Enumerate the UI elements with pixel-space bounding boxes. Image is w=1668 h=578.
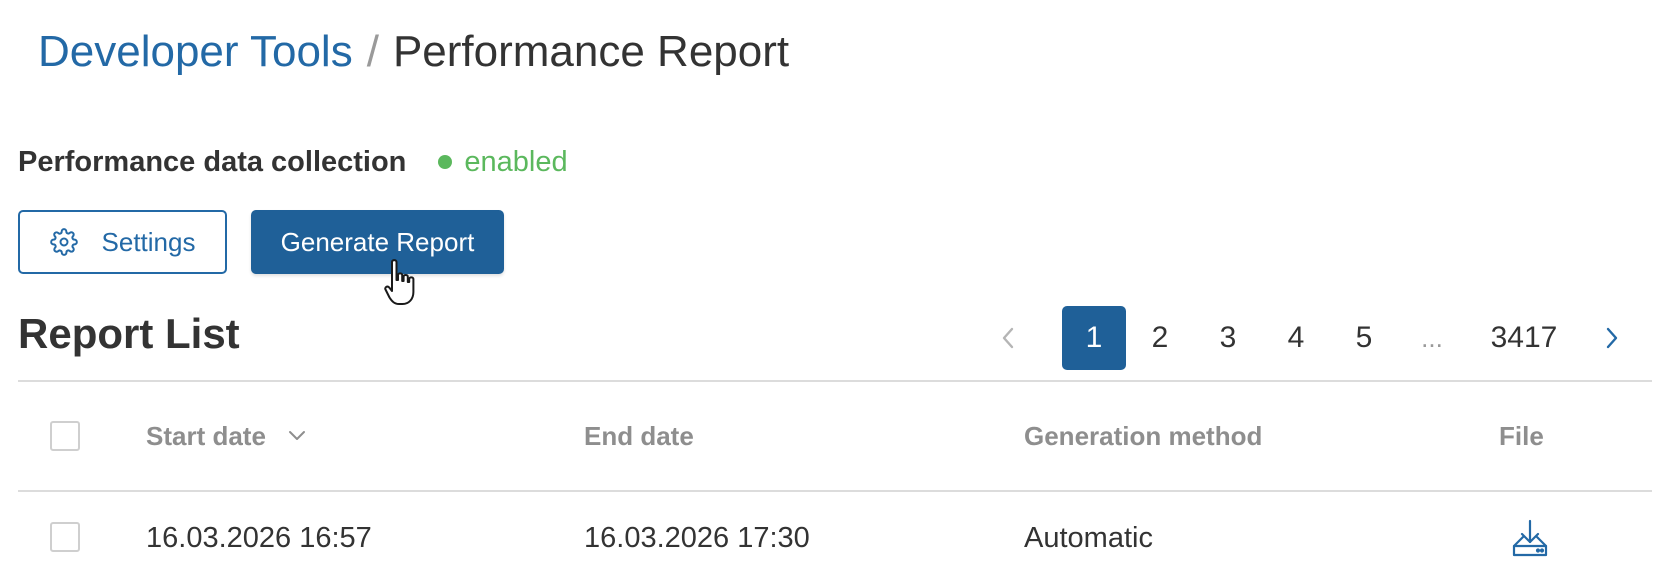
status-dot-icon <box>438 155 453 169</box>
page-button-3[interactable]: 3 <box>1208 306 1248 370</box>
page-ellipsis: ... <box>1421 322 1443 353</box>
column-header-start-date[interactable]: Start date <box>146 416 306 456</box>
generate-report-button-label: Generate Report <box>280 226 475 257</box>
prev-page-button[interactable] <box>988 306 1028 370</box>
hand-pointer-cursor <box>384 259 415 305</box>
collection-label: Performance data collection <box>18 145 407 178</box>
download-icon[interactable] <box>1511 518 1549 558</box>
breadcrumb-link-developer-tools[interactable]: Developer Tools <box>38 27 353 77</box>
breadcrumb: Developer Tools / Performance Report <box>38 22 789 82</box>
collection-status-row: Performance data collection enabled <box>18 140 568 184</box>
table-row-generation-method: Automatic <box>1024 521 1153 554</box>
collection-status: enabled <box>464 145 568 178</box>
settings-button-label: Settings <box>101 226 196 257</box>
gear-icon <box>49 228 78 256</box>
generate-report-button[interactable]: Generate Report <box>251 210 504 274</box>
page-button-last[interactable]: 3417 <box>1472 306 1576 370</box>
page-title: Performance Report <box>392 27 790 76</box>
report-list-title: Report List <box>18 310 240 357</box>
chevron-down-icon <box>288 431 305 440</box>
next-page-button[interactable] <box>1592 306 1632 370</box>
chevron-left-icon <box>1002 327 1014 349</box>
select-all-checkbox[interactable] <box>50 421 80 451</box>
table-header-divider <box>18 490 1652 492</box>
page-button-1[interactable]: 1 <box>1062 306 1126 370</box>
table-row-start-date: 16.03.2026 16:57 <box>146 521 372 554</box>
column-header-end-date[interactable]: End date <box>584 416 694 456</box>
chevron-right-icon <box>1606 327 1618 349</box>
column-header-start-date-label: Start date <box>146 420 266 451</box>
page-button-4[interactable]: 4 <box>1276 306 1316 370</box>
table-top-divider <box>18 380 1652 382</box>
breadcrumb-separator: / <box>366 27 379 76</box>
pagination: 1 2 3 4 5 ... 3417 <box>988 306 1668 370</box>
column-header-generation-method[interactable]: Generation method <box>1024 416 1262 456</box>
settings-button[interactable]: Settings <box>18 210 227 274</box>
column-header-file: File <box>1499 420 1544 451</box>
page-button-5[interactable]: 5 <box>1344 306 1384 370</box>
row-checkbox[interactable] <box>50 522 80 552</box>
table-row-end-date: 16.03.2026 17:30 <box>584 521 810 554</box>
page-button-2[interactable]: 2 <box>1140 306 1180 370</box>
